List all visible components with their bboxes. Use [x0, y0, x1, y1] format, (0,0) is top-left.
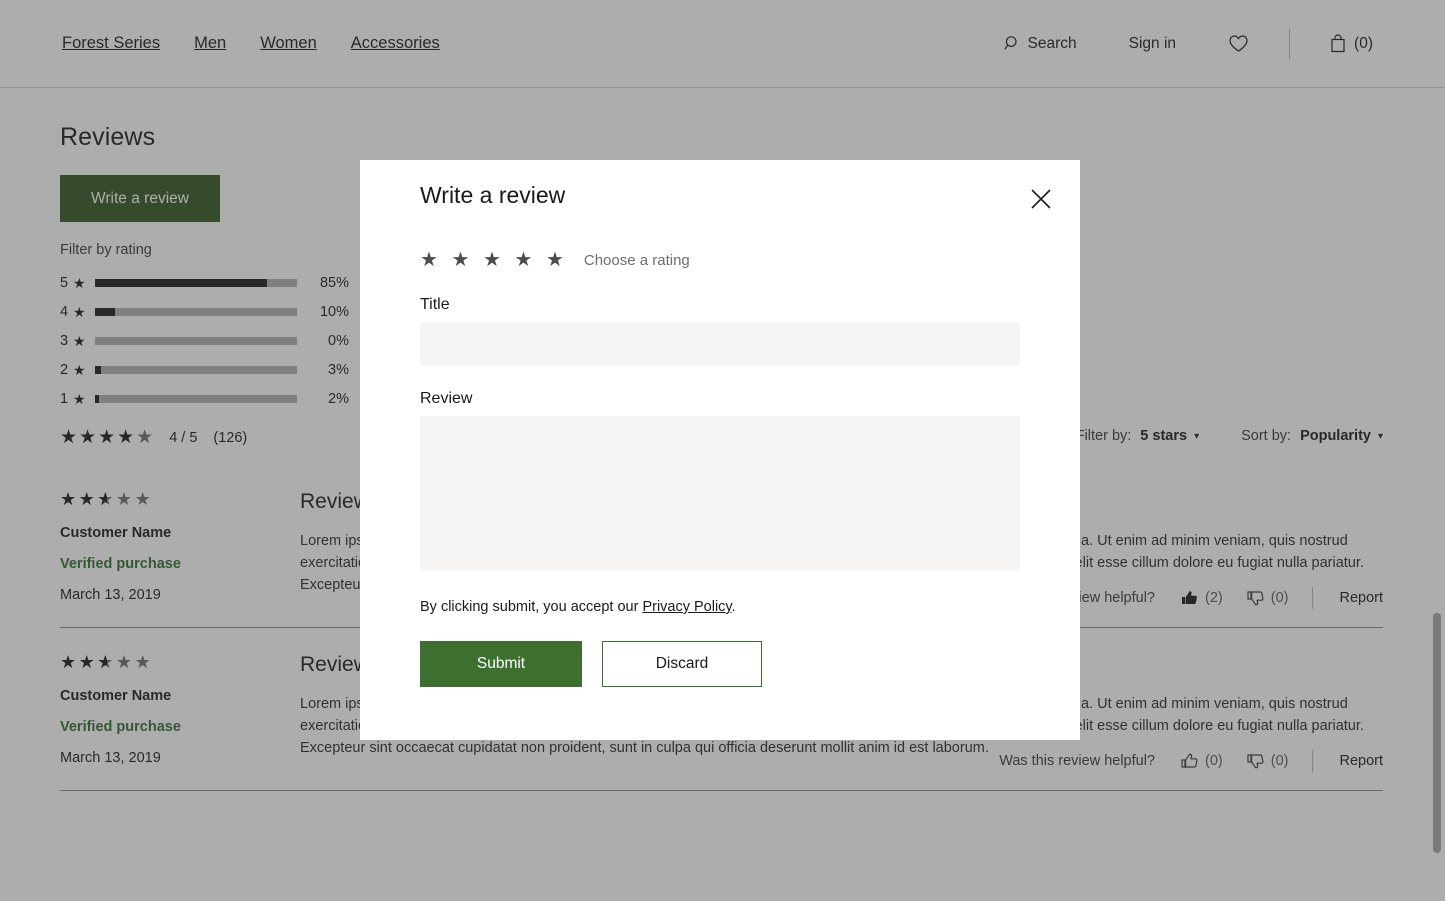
rating-picker-label: Choose a rating — [584, 252, 690, 269]
close-modal-button[interactable] — [1023, 181, 1059, 217]
review-field-label: Review — [420, 390, 1020, 408]
page-scrollbar-thumb[interactable] — [1433, 613, 1441, 853]
close-icon — [1030, 188, 1052, 210]
modal-body: ★ ★ ★ ★ ★ Choose a rating Title Review B… — [420, 250, 1020, 687]
modal-actions: Submit Discard — [420, 641, 1020, 687]
privacy-policy-link[interactable]: Privacy Policy — [642, 599, 731, 615]
discard-button[interactable]: Discard — [602, 641, 762, 687]
rating-picker: ★ ★ ★ ★ ★ Choose a rating — [420, 250, 1020, 270]
write-review-modal: Write a review ★ ★ ★ ★ ★ Choose a rating… — [360, 160, 1080, 740]
submit-button[interactable]: Submit — [420, 641, 582, 687]
title-field-label: Title — [420, 296, 1020, 314]
privacy-notice: By clicking submit, you accept our Priva… — [420, 599, 1020, 615]
rating-picker-stars[interactable]: ★ ★ ★ ★ ★ — [420, 250, 568, 270]
review-textarea[interactable] — [420, 416, 1020, 571]
page-scrollbar-track[interactable] — [1430, 0, 1445, 901]
title-input[interactable] — [420, 322, 1020, 366]
modal-title: Write a review — [420, 182, 565, 209]
privacy-suffix: . — [732, 599, 736, 615]
privacy-prefix: By clicking submit, you accept our — [420, 599, 642, 615]
